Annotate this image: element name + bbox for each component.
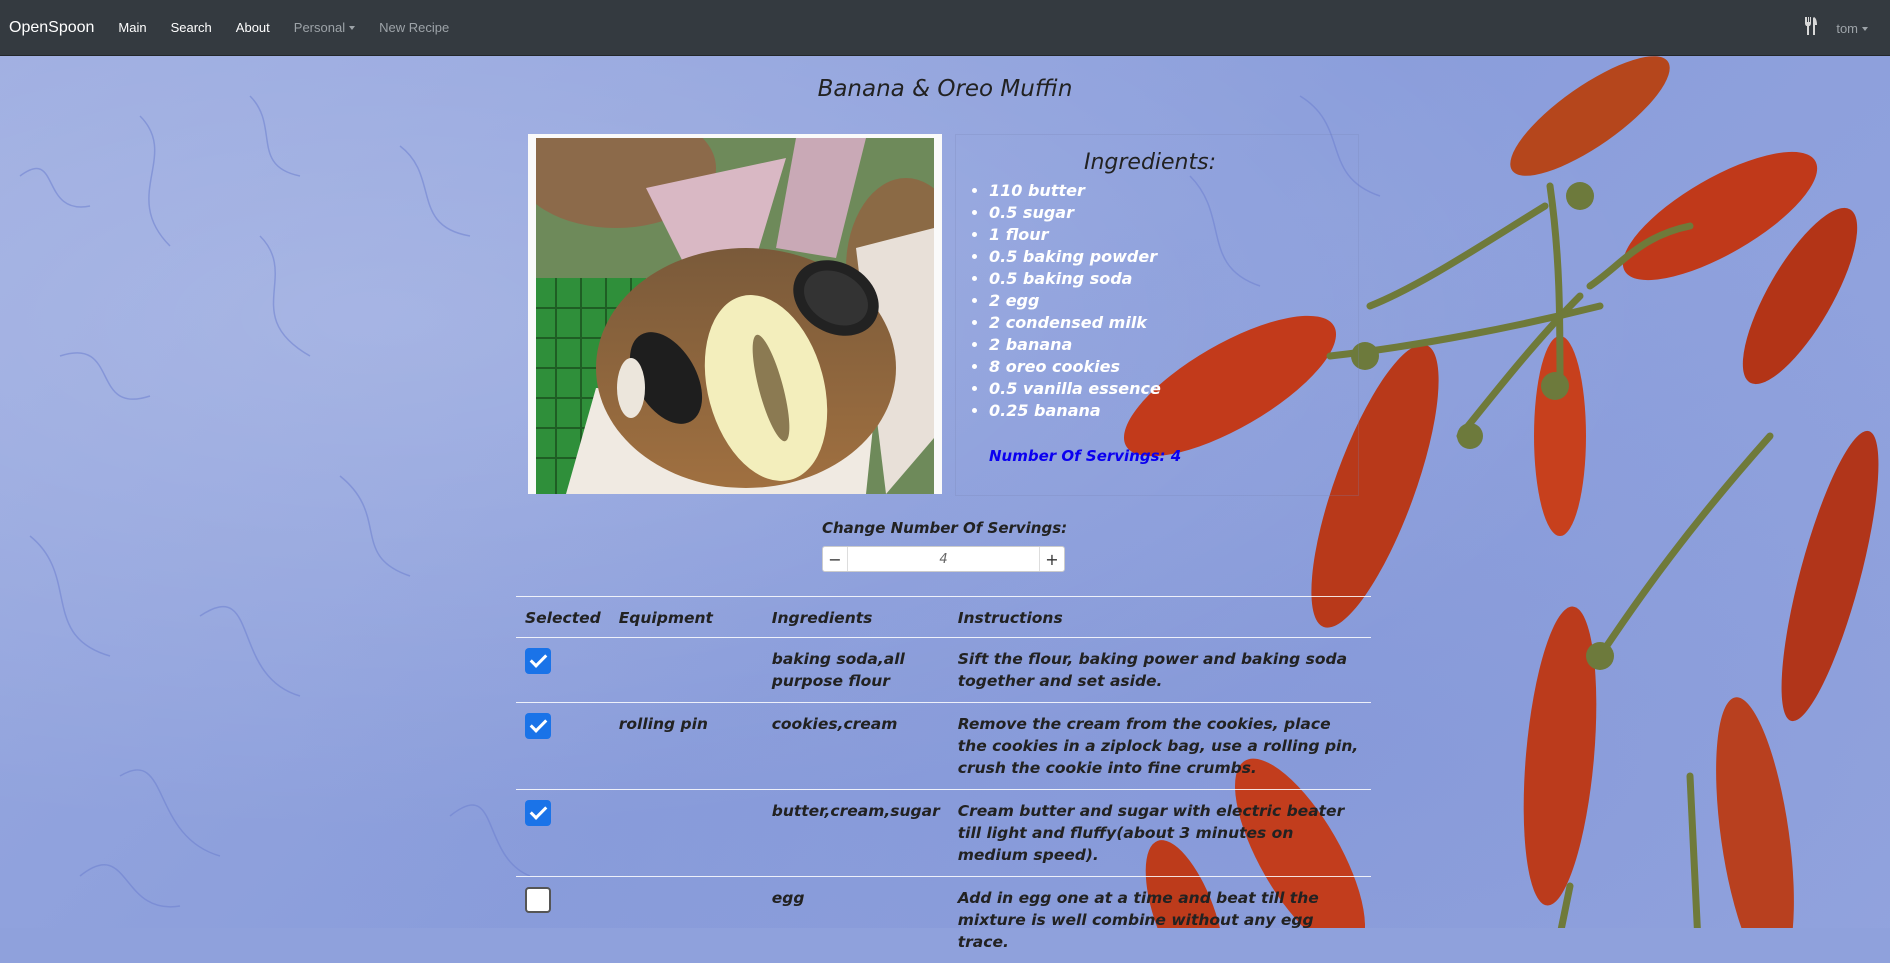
list-item: 0.5 vanilla essence	[989, 378, 1161, 400]
instructions-table: Selected Equipment Ingredients Instructi…	[516, 596, 1371, 963]
servings-count: Number Of Servings: 4	[989, 447, 1181, 465]
navbar: OpenSpoon Main Search About Personal New…	[0, 0, 1890, 56]
user-name: tom	[1836, 21, 1858, 36]
fork-knife-icon[interactable]	[1804, 17, 1818, 39]
header-equipment: Equipment	[610, 597, 763, 638]
table-row: butter,cream,sugar Cream butter and suga…	[516, 790, 1371, 877]
nav-about[interactable]: About	[236, 20, 270, 35]
nav-main[interactable]: Main	[118, 20, 146, 35]
step-checkbox[interactable]	[525, 648, 551, 674]
step-ingredients: baking soda,all purpose flour	[763, 638, 949, 703]
header-selected: Selected	[516, 597, 610, 638]
step-ingredients: butter,cream,sugar	[763, 790, 949, 877]
increment-button[interactable]: +	[1039, 547, 1064, 571]
step-equipment: rolling pin	[610, 703, 763, 790]
header-ingredients: Ingredients	[763, 597, 949, 638]
table-row: baking soda,all purpose flour Sift the f…	[516, 638, 1371, 703]
list-item: 0.25 banana	[989, 400, 1161, 422]
step-ingredients: egg	[763, 877, 949, 963]
recipe-photo	[528, 134, 942, 494]
list-item: 2 condensed milk	[989, 312, 1161, 334]
nav-personal-dropdown[interactable]: Personal	[294, 20, 355, 35]
step-checkbox[interactable]	[525, 800, 551, 826]
step-instructions: Remove the cream from the cookies, place…	[949, 703, 1371, 790]
ingredients-list: 110 butter 0.5 sugar 1 flour 0.5 baking …	[970, 180, 1161, 422]
step-equipment	[610, 877, 763, 963]
nav-right: tom	[1804, 0, 1868, 56]
step-checkbox[interactable]	[525, 713, 551, 739]
list-item: 0.5 sugar	[989, 202, 1161, 224]
recipe-title: Banana & Oreo Muffin	[0, 76, 1890, 102]
list-item: 2 banana	[989, 334, 1161, 356]
list-item: 8 oreo cookies	[989, 356, 1161, 378]
table-row: rolling pin cookies,cream Remove the cre…	[516, 703, 1371, 790]
table-row: egg Add in egg one at a time and beat ti…	[516, 877, 1371, 963]
nav-search[interactable]: Search	[171, 20, 212, 35]
change-servings-label: Change Number Of Servings:	[822, 519, 1067, 537]
nav-personal-label: Personal	[294, 20, 345, 35]
servings-stepper: − +	[822, 546, 1065, 572]
step-equipment	[610, 790, 763, 877]
list-item: 0.5 baking soda	[989, 268, 1161, 290]
nav-new-recipe[interactable]: New Recipe	[379, 20, 449, 35]
list-item: 0.5 baking powder	[989, 246, 1161, 268]
servings-input[interactable]	[848, 547, 1039, 571]
step-instructions: Add in egg one at a time and beat till t…	[949, 877, 1371, 963]
step-instructions: Cream butter and sugar with electric bea…	[949, 790, 1371, 877]
ingredients-title: Ingredients:	[955, 150, 1345, 175]
step-equipment	[610, 638, 763, 703]
step-instructions: Sift the flour, baking power and baking …	[949, 638, 1371, 703]
step-checkbox[interactable]	[525, 887, 551, 913]
chevron-down-icon	[1862, 27, 1868, 31]
step-ingredients: cookies,cream	[763, 703, 949, 790]
brand-link[interactable]: OpenSpoon	[9, 19, 94, 37]
table-header-row: Selected Equipment Ingredients Instructi…	[516, 597, 1371, 638]
list-item: 2 egg	[989, 290, 1161, 312]
list-item: 1 flour	[989, 224, 1161, 246]
chevron-down-icon	[349, 26, 355, 30]
decrement-button[interactable]: −	[823, 547, 848, 571]
list-item: 110 butter	[989, 180, 1161, 202]
header-instructions: Instructions	[949, 597, 1371, 638]
user-dropdown[interactable]: tom	[1836, 21, 1868, 36]
